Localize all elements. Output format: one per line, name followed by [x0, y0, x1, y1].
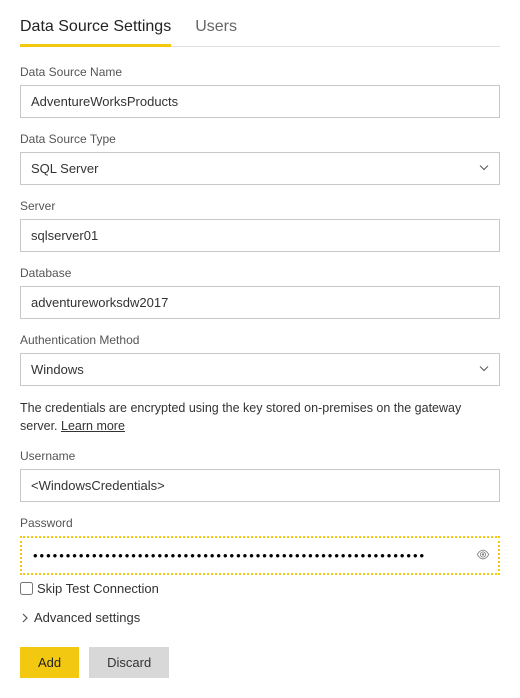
data-source-name-label: Data Source Name: [20, 65, 500, 79]
data-source-name-input[interactable]: [20, 85, 500, 118]
password-input[interactable]: [23, 539, 497, 572]
database-label: Database: [20, 266, 500, 280]
database-input[interactable]: [20, 286, 500, 319]
add-button[interactable]: Add: [20, 647, 79, 678]
username-input[interactable]: [20, 469, 500, 502]
tab-data-source-settings[interactable]: Data Source Settings: [20, 12, 171, 46]
skip-test-connection-label: Skip Test Connection: [37, 581, 159, 596]
username-label: Username: [20, 449, 500, 463]
data-source-type-select[interactable]: SQL Server: [20, 152, 500, 185]
chevron-right-icon: [20, 611, 30, 626]
reveal-password-icon[interactable]: [476, 547, 490, 564]
credentials-info-text: The credentials are encrypted using the …: [20, 400, 500, 435]
password-label: Password: [20, 516, 500, 530]
learn-more-link[interactable]: Learn more: [61, 419, 125, 433]
server-label: Server: [20, 199, 500, 213]
auth-method-select[interactable]: Windows: [20, 353, 500, 386]
tabs-bar: Data Source Settings Users: [20, 12, 500, 47]
discard-button[interactable]: Discard: [89, 647, 169, 678]
tab-users[interactable]: Users: [195, 12, 237, 46]
auth-method-label: Authentication Method: [20, 333, 500, 347]
server-input[interactable]: [20, 219, 500, 252]
skip-test-connection-checkbox[interactable]: [20, 582, 33, 595]
data-source-type-label: Data Source Type: [20, 132, 500, 146]
